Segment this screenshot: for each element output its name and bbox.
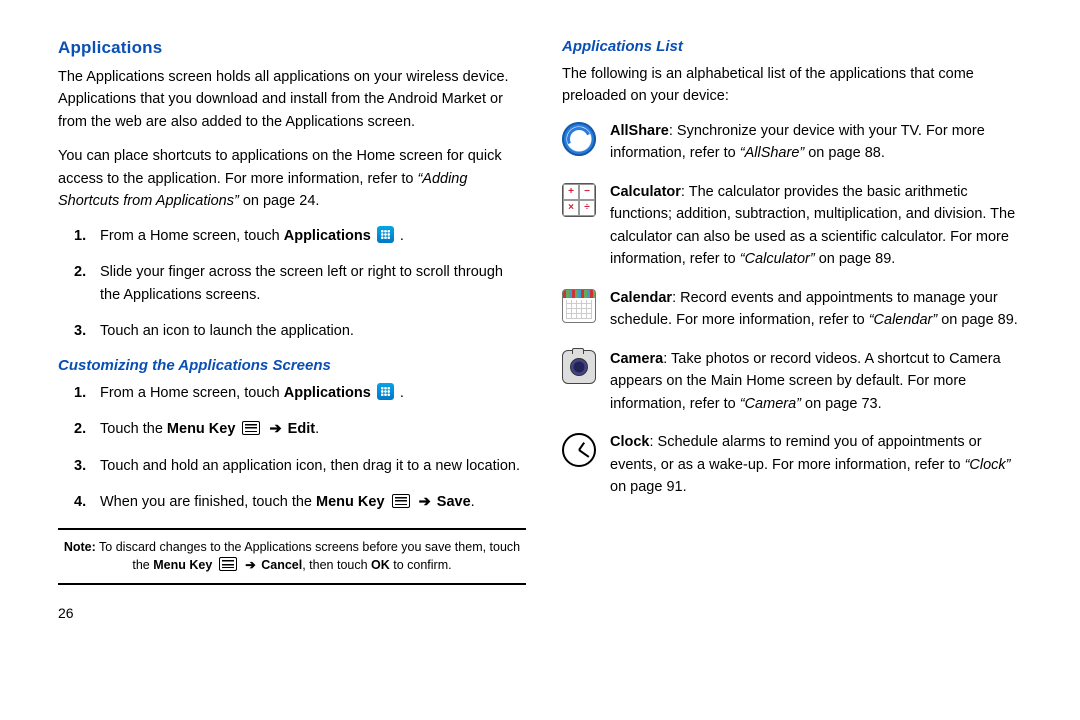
cust-step-1-a: From a Home screen, touch [100, 385, 284, 401]
step-3: Touch an icon to launch the application. [100, 320, 526, 342]
app-text-b: on page 91. [610, 479, 687, 495]
arrow-icon: ➔ [419, 494, 431, 510]
calendar-icon [562, 289, 596, 323]
cust-step-4-menukey: Menu Key [316, 494, 385, 510]
menu-key-icon [392, 494, 410, 508]
app-text: Calculator: The calculator provides the … [610, 181, 1030, 271]
cust-step-2-menukey: Menu Key [167, 421, 236, 437]
app-name: Calendar [610, 290, 672, 306]
app-text: AllShare: Synchronize your device with y… [610, 120, 1030, 165]
subheading-applications-list: Applications List [562, 38, 1030, 55]
step-1: From a Home screen, touch Applications . [100, 225, 526, 247]
app-row-clock: Clock: Schedule alarms to remind you of … [562, 431, 1030, 498]
app-text-a: : Schedule alarms to remind you of appoi… [610, 434, 982, 472]
clock-icon [562, 433, 596, 467]
app-row-allshare: AllShare: Synchronize your device with y… [562, 120, 1030, 165]
page-number: 26 [58, 605, 526, 621]
menu-key-icon [242, 421, 260, 435]
app-row-camera: Camera: Take photos or record videos. A … [562, 348, 1030, 415]
cust-step-4-save: Save [437, 494, 471, 510]
note-menukey: Menu Key [153, 558, 212, 572]
note-text-h: to confirm. [390, 558, 452, 572]
app-name: AllShare [610, 123, 669, 139]
right-column: Applications List The following is an al… [562, 38, 1030, 621]
step-1-term: Applications [284, 228, 371, 244]
note-ok: OK [371, 558, 390, 572]
note-label: Note: [64, 540, 96, 554]
step-1-text-a: From a Home screen, touch [100, 228, 284, 244]
app-row-calculator: +−×÷ Calculator: The calculator provides… [562, 181, 1030, 271]
cust-step-4: When you are finished, touch the Menu Ke… [100, 491, 526, 513]
note-cancel: Cancel [261, 558, 302, 572]
app-row-calendar: Calendar: Record events and appointments… [562, 287, 1030, 332]
app-text-b: on page 88. [804, 145, 885, 161]
heading-applications: Applications [58, 38, 526, 58]
cust-step-2-e: . [315, 421, 319, 437]
app-ref: “Camera” [740, 396, 801, 412]
app-name: Camera [610, 351, 663, 367]
intro-paragraph-2: You can place shortcuts to applications … [58, 145, 526, 212]
cust-step-2-edit: Edit [288, 421, 315, 437]
applist-intro: The following is an alphabetical list of… [562, 63, 1030, 108]
app-text: Camera: Take photos or record videos. A … [610, 348, 1030, 415]
app-text-b: on page 73. [801, 396, 882, 412]
app-text: Clock: Schedule alarms to remind you of … [610, 431, 1030, 498]
cust-step-1-c: . [396, 385, 404, 401]
app-text-b: on page 89. [937, 312, 1018, 328]
cust-step-2-a: Touch the [100, 421, 167, 437]
app-ref: “Calendar” [869, 312, 938, 328]
applications-icon [377, 383, 394, 400]
cust-step-4-a: When you are finished, touch the [100, 494, 316, 510]
step-2: Slide your finger across the screen left… [100, 261, 526, 306]
steps-list-2: From a Home screen, touch Applications .… [58, 382, 526, 514]
app-text: Calendar: Record events and appointments… [610, 287, 1030, 332]
step-1-text-c: . [396, 228, 404, 244]
camera-icon [562, 350, 596, 384]
cust-step-3: Touch and hold an application icon, then… [100, 455, 526, 477]
intro-paragraph-1: The Applications screen holds all applic… [58, 66, 526, 133]
left-column: Applications The Applications screen hol… [58, 38, 526, 621]
applications-icon [377, 226, 394, 243]
app-name: Clock [610, 434, 650, 450]
allshare-icon [562, 122, 596, 156]
page-container: Applications The Applications screen hol… [0, 0, 1080, 621]
note-text-f: , then touch [302, 558, 371, 572]
arrow-icon: ➔ [269, 421, 281, 437]
app-name: Calculator [610, 184, 681, 200]
arrow-icon: ➔ [245, 558, 255, 572]
calculator-icon: +−×÷ [562, 183, 596, 217]
steps-list-1: From a Home screen, touch Applications .… [58, 225, 526, 343]
cust-step-2: Touch the Menu Key ➔ Edit. [100, 418, 526, 440]
para2-text-b: on page 24. [239, 193, 320, 209]
app-ref: “Clock” [965, 457, 1011, 473]
app-ref: “Calculator” [740, 251, 815, 267]
cust-step-1: From a Home screen, touch Applications . [100, 382, 526, 404]
app-text-b: on page 89. [815, 251, 896, 267]
app-ref: “AllShare” [740, 145, 804, 161]
cust-step-4-e: . [471, 494, 475, 510]
menu-key-icon [219, 557, 237, 571]
subheading-customizing: Customizing the Applications Screens [58, 357, 526, 374]
note-box: Note: To discard changes to the Applicat… [58, 528, 526, 586]
cust-step-1-term: Applications [284, 385, 371, 401]
